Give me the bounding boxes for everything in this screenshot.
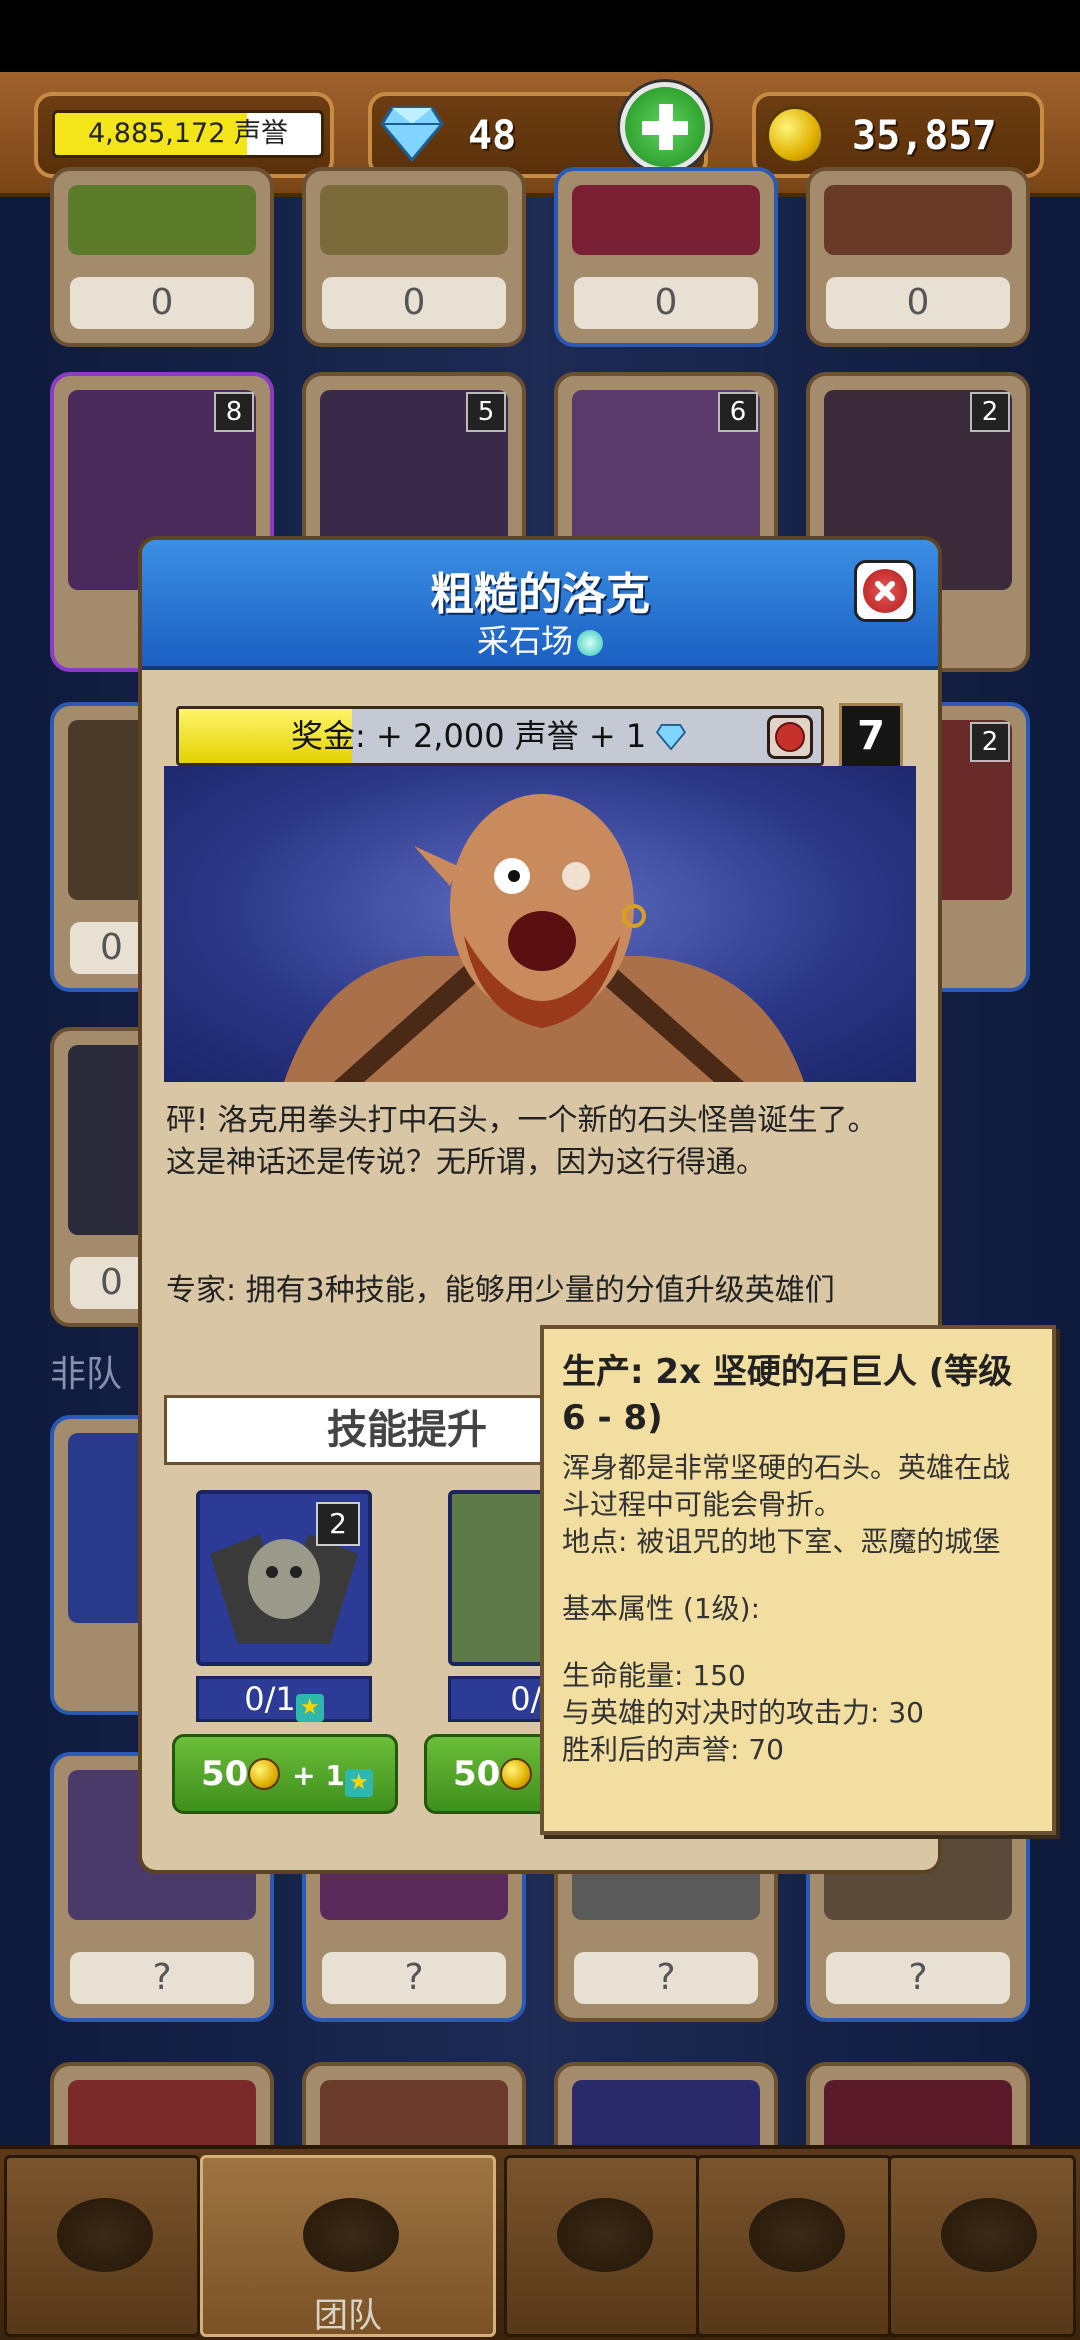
hero-level-badge: 5 [466, 392, 506, 432]
skill-tooltip: 生产: 2x 坚硬的石巨人 (等级 6 - 8) 浑身都是非常坚硬的石头。英雄在… [540, 1325, 1056, 1835]
hero-card[interactable]: 0 [50, 167, 274, 347]
hero-level-badge: 6 [718, 392, 758, 432]
hero-portrait [320, 185, 508, 255]
hero-card-count: 0 [826, 277, 1010, 329]
tab-chest[interactable] [696, 2155, 892, 2337]
gold-coin-icon [248, 1758, 281, 1790]
gem-count: 48 [468, 113, 517, 159]
hero-portrait [572, 185, 760, 255]
hero-card[interactable]: 0 [806, 167, 1030, 347]
hero-location-label: 采石场 [476, 622, 573, 660]
hero-level-badge: 2 [970, 722, 1010, 762]
diamond-icon [656, 724, 687, 751]
tooltip-attack: 与英雄的对决时的攻击力: 30 [562, 1696, 924, 1729]
non-team-label: 非队 [50, 1354, 123, 1395]
hero-card[interactable]: 0 [302, 167, 526, 347]
skill-level-badge: 2 [316, 1502, 360, 1546]
buy-gems-button[interactable] [620, 82, 710, 172]
refresh-icon [775, 722, 805, 752]
close-button[interactable] [854, 560, 916, 622]
prestige-panel: 4,885,172 声誉 [34, 92, 334, 178]
tooltip-title: 生产: 2x 坚硬的石巨人 (等级 6 - 8) [562, 1352, 1013, 1438]
skill-progress-value: 0/1 [244, 1680, 296, 1718]
gold-panel: 35,857 [752, 92, 1044, 178]
skill-upgrade-button[interactable]: 50 + 1 ★ [172, 1734, 398, 1814]
house-icon [557, 2198, 653, 2272]
hero-card-count: 0 [574, 277, 758, 329]
refresh-button[interactable] [767, 715, 813, 759]
tooltip-hp: 生命能量: 150 [562, 1659, 746, 1692]
hero-portrait-image [164, 766, 916, 1082]
prestige-value: 4,885,172 声誉 [88, 118, 288, 149]
hero-portrait [68, 185, 256, 255]
hero-location: 采石场 [142, 616, 938, 662]
tab-achievements[interactable] [888, 2155, 1076, 2337]
location-orb-icon [577, 630, 603, 656]
hero-portrait [824, 185, 1012, 255]
hero-expert-note: 专家: 拥有3种技能，能够用少量的分值升级英雄们 [166, 1273, 835, 1308]
bonus-text: 奖金: + 2,000 声誉 + 1 [291, 709, 687, 763]
star-icon: ★ [344, 1769, 373, 1797]
diamond-icon [380, 106, 444, 162]
tab-shop[interactable] [4, 2155, 200, 2337]
skill-progress: 0/1 ★ [196, 1676, 372, 1722]
skill-cost-value: 50 [453, 1754, 501, 1794]
medal-icon [941, 2198, 1037, 2272]
locked-card-label: ? [70, 1952, 254, 2004]
tooltip-base-stats: 基本属性 (1级): [562, 1592, 760, 1625]
hero-level-badge: 2 [970, 392, 1010, 432]
bonus-progress-bar: 奖金: + 2,000 声誉 + 1 [176, 706, 824, 766]
tab-team[interactable]: 团队 [200, 2155, 496, 2337]
chest-icon [749, 2198, 845, 2272]
hero-name: 粗糙的洛克 [430, 569, 650, 620]
tooltip-prestige: 胜利后的声誉: 70 [562, 1733, 784, 1766]
tooltip-description: 浑身都是非常坚硬的石头。英雄在战斗过程中可能会骨折。 [562, 1451, 1011, 1521]
star-icon: ★ [295, 1694, 324, 1722]
hero-card-count: 0 [322, 277, 506, 329]
hero-description: 砰! 洛克用拳头打中石头，一个新的石头怪兽诞生了。这是神话还是传说？无所谓，因为… [166, 1103, 878, 1180]
locked-card-label: ? [826, 1952, 1010, 2004]
skill-cost-value: 50 [201, 1754, 249, 1794]
hero-card-count: 0 [70, 277, 254, 329]
prestige-bar: 4,885,172 声誉 [52, 110, 324, 158]
bonus-label: 奖金: + 2,000 声誉 + 1 [291, 717, 647, 755]
team-icon [303, 2198, 399, 2272]
gem-icon [57, 2198, 153, 2272]
hero-card[interactable]: 0 [554, 167, 778, 347]
gold-coin-icon [766, 106, 824, 164]
hero-level: 7 [839, 703, 903, 769]
gold-count: 35,857 [852, 113, 997, 159]
gargoyle-skill-image: 2 [196, 1490, 372, 1666]
tab-team-label: 团队 [314, 2296, 382, 2336]
hero-level-badge: 8 [214, 392, 254, 432]
dialog-header: 粗糙的洛克 采石场 [142, 540, 938, 670]
close-icon [863, 569, 907, 613]
skill-cost-plus: + 1 [292, 1759, 345, 1792]
tooltip-location: 地点: 被诅咒的地下室、恶魔的城堡 [562, 1525, 1001, 1558]
tab-base[interactable] [504, 2155, 700, 2337]
locked-card-label: ? [322, 1952, 506, 2004]
skill-upgrade-header: 技能提升 [164, 1395, 584, 1465]
bottom-navigation: 团队 [0, 2145, 1080, 2340]
ogre-illustration [284, 794, 804, 1082]
gold-coin-icon [500, 1758, 533, 1790]
locked-card-label: ? [574, 1952, 758, 2004]
